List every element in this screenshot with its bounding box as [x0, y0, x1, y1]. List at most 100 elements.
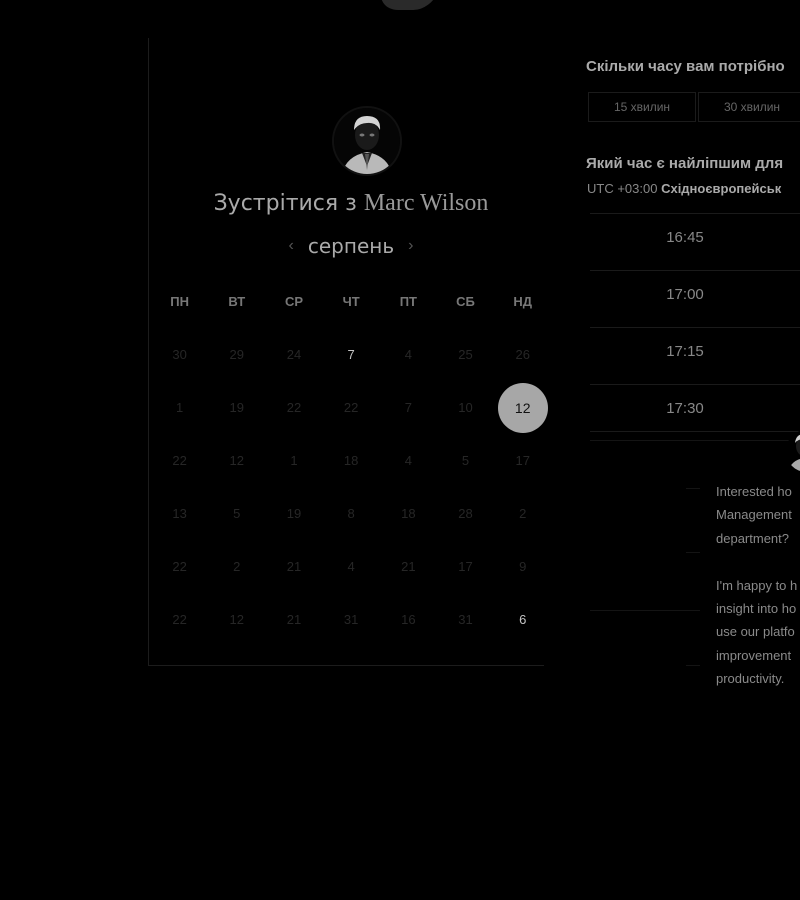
calendar-day: 2: [208, 540, 265, 593]
day-number: 19: [286, 506, 302, 521]
divider: [590, 440, 790, 441]
day-number: 22: [343, 400, 359, 415]
chevron-right-icon[interactable]: ›: [408, 238, 413, 254]
divider: [686, 665, 700, 666]
calendar-card: Зустрітися з Marc Wilson ‹ серпень › ПН …: [148, 38, 548, 666]
calendar-day: 12: [208, 434, 265, 487]
day-number: 26: [515, 347, 530, 362]
day-number: 7: [404, 400, 412, 415]
day-number: 12: [497, 382, 548, 433]
duration-15-button[interactable]: 15 хвилин: [588, 92, 696, 122]
host-avatar: [334, 108, 400, 174]
day-number: 28: [458, 506, 473, 521]
day-number: 31: [343, 612, 359, 627]
weekday-label: ЧТ: [342, 294, 360, 309]
calendar-day: 25: [437, 328, 494, 381]
chat-message: Interested ho Management department? I'm…: [716, 484, 798, 687]
duration-question: Скільки часу вам потрібно: [586, 58, 785, 75]
calendar-day: 19: [208, 381, 265, 434]
calendar-day[interactable]: 7: [323, 328, 380, 381]
weekday-label: ПН: [170, 294, 189, 309]
day-number: 5: [233, 506, 241, 521]
calendar-day: 30: [151, 328, 208, 381]
calendar-day: 8: [323, 487, 380, 540]
calendar-day: 10: [437, 381, 494, 434]
day-number: 30: [172, 347, 187, 362]
calendar-day: 4: [380, 434, 437, 487]
calendar-day-selected[interactable]: 12: [494, 381, 551, 434]
day-number: 18: [343, 453, 359, 468]
calendar-day: 21: [265, 593, 322, 646]
top-decorative-shape: [374, 0, 440, 10]
calendar-day: 4: [323, 540, 380, 593]
day-number: 17: [515, 453, 530, 468]
day-number: 21: [401, 559, 416, 574]
day-number: 2: [233, 559, 241, 574]
day-number: 25: [458, 347, 473, 362]
weekday-label: СР: [284, 294, 303, 309]
host-name: Marc Wilson: [363, 190, 489, 216]
day-number: 12: [229, 453, 245, 468]
day-number: 31: [458, 612, 473, 627]
calendar-day: 5: [437, 434, 494, 487]
day-number: 2: [519, 506, 527, 521]
day-number: 21: [286, 612, 302, 627]
title-prefix: Зустрітися з: [213, 191, 357, 216]
day-number: 18: [401, 506, 416, 521]
calendar-day: 5: [208, 487, 265, 540]
day-number: 4: [404, 347, 412, 362]
day-number: 10: [458, 400, 473, 415]
day-number: 6: [519, 612, 527, 627]
day-number: 22: [286, 400, 302, 415]
weekday-label: ПТ: [399, 294, 417, 309]
day-number: 4: [404, 453, 412, 468]
calendar-day: 1: [265, 434, 322, 487]
calendar-day: 22: [323, 381, 380, 434]
calendar-day[interactable]: 6: [494, 593, 551, 646]
calendar-day: 22: [265, 381, 322, 434]
calendar-day: 17: [437, 540, 494, 593]
timezone-offset: UTC +03:00: [587, 181, 658, 196]
day-number: 21: [286, 559, 302, 574]
day-number: 1: [290, 453, 298, 468]
divider: [590, 610, 700, 611]
day-number: 9: [519, 559, 527, 574]
calendar-day: 9: [494, 540, 551, 593]
weekday-label: ВТ: [228, 294, 246, 309]
day-number: 7: [347, 347, 355, 362]
duration-options: 15 хвилин 30 хвилин: [588, 92, 800, 122]
day-number: 13: [172, 506, 187, 521]
month-label: серпень: [307, 234, 395, 258]
calendar-day: 1: [151, 381, 208, 434]
chevron-left-icon[interactable]: ‹: [289, 238, 294, 254]
divider: [686, 488, 700, 489]
duration-30-button[interactable]: 30 хвилин: [698, 92, 800, 122]
calendar-day: 26: [494, 328, 551, 381]
day-number: 19: [229, 400, 245, 415]
time-slot[interactable]: 17:15: [590, 327, 800, 375]
time-slot[interactable]: 17:00: [590, 270, 800, 318]
day-number: 22: [172, 612, 187, 627]
calendar-day: 18: [323, 434, 380, 487]
calendar-day: 24: [265, 328, 322, 381]
calendar-day: 7: [380, 381, 437, 434]
timezone-name: Східноєвропейськ: [661, 181, 782, 196]
calendar-day: 17: [494, 434, 551, 487]
weekday-label: СБ: [456, 294, 475, 309]
time-slot[interactable]: 16:45: [590, 213, 800, 261]
calendar-day: 21: [265, 540, 322, 593]
time-slot[interactable]: 17:30: [590, 384, 800, 432]
day-number: 4: [347, 559, 355, 574]
timezone-selector[interactable]: UTC +03:00 Східноєвропейськ: [587, 181, 781, 196]
divider: [686, 552, 700, 553]
person-icon: [334, 108, 400, 174]
time-question: Який час є найліпшим для: [586, 155, 784, 172]
calendar-day: 18: [380, 487, 437, 540]
time-slot-list: 16:45 17:00 17:15 17:30: [590, 213, 800, 441]
day-number: 5: [461, 453, 470, 468]
calendar-day: 12: [208, 593, 265, 646]
day-number: 22: [172, 453, 187, 468]
day-number: 12: [229, 612, 245, 627]
calendar-day: 16: [380, 593, 437, 646]
day-number: 24: [286, 347, 302, 362]
